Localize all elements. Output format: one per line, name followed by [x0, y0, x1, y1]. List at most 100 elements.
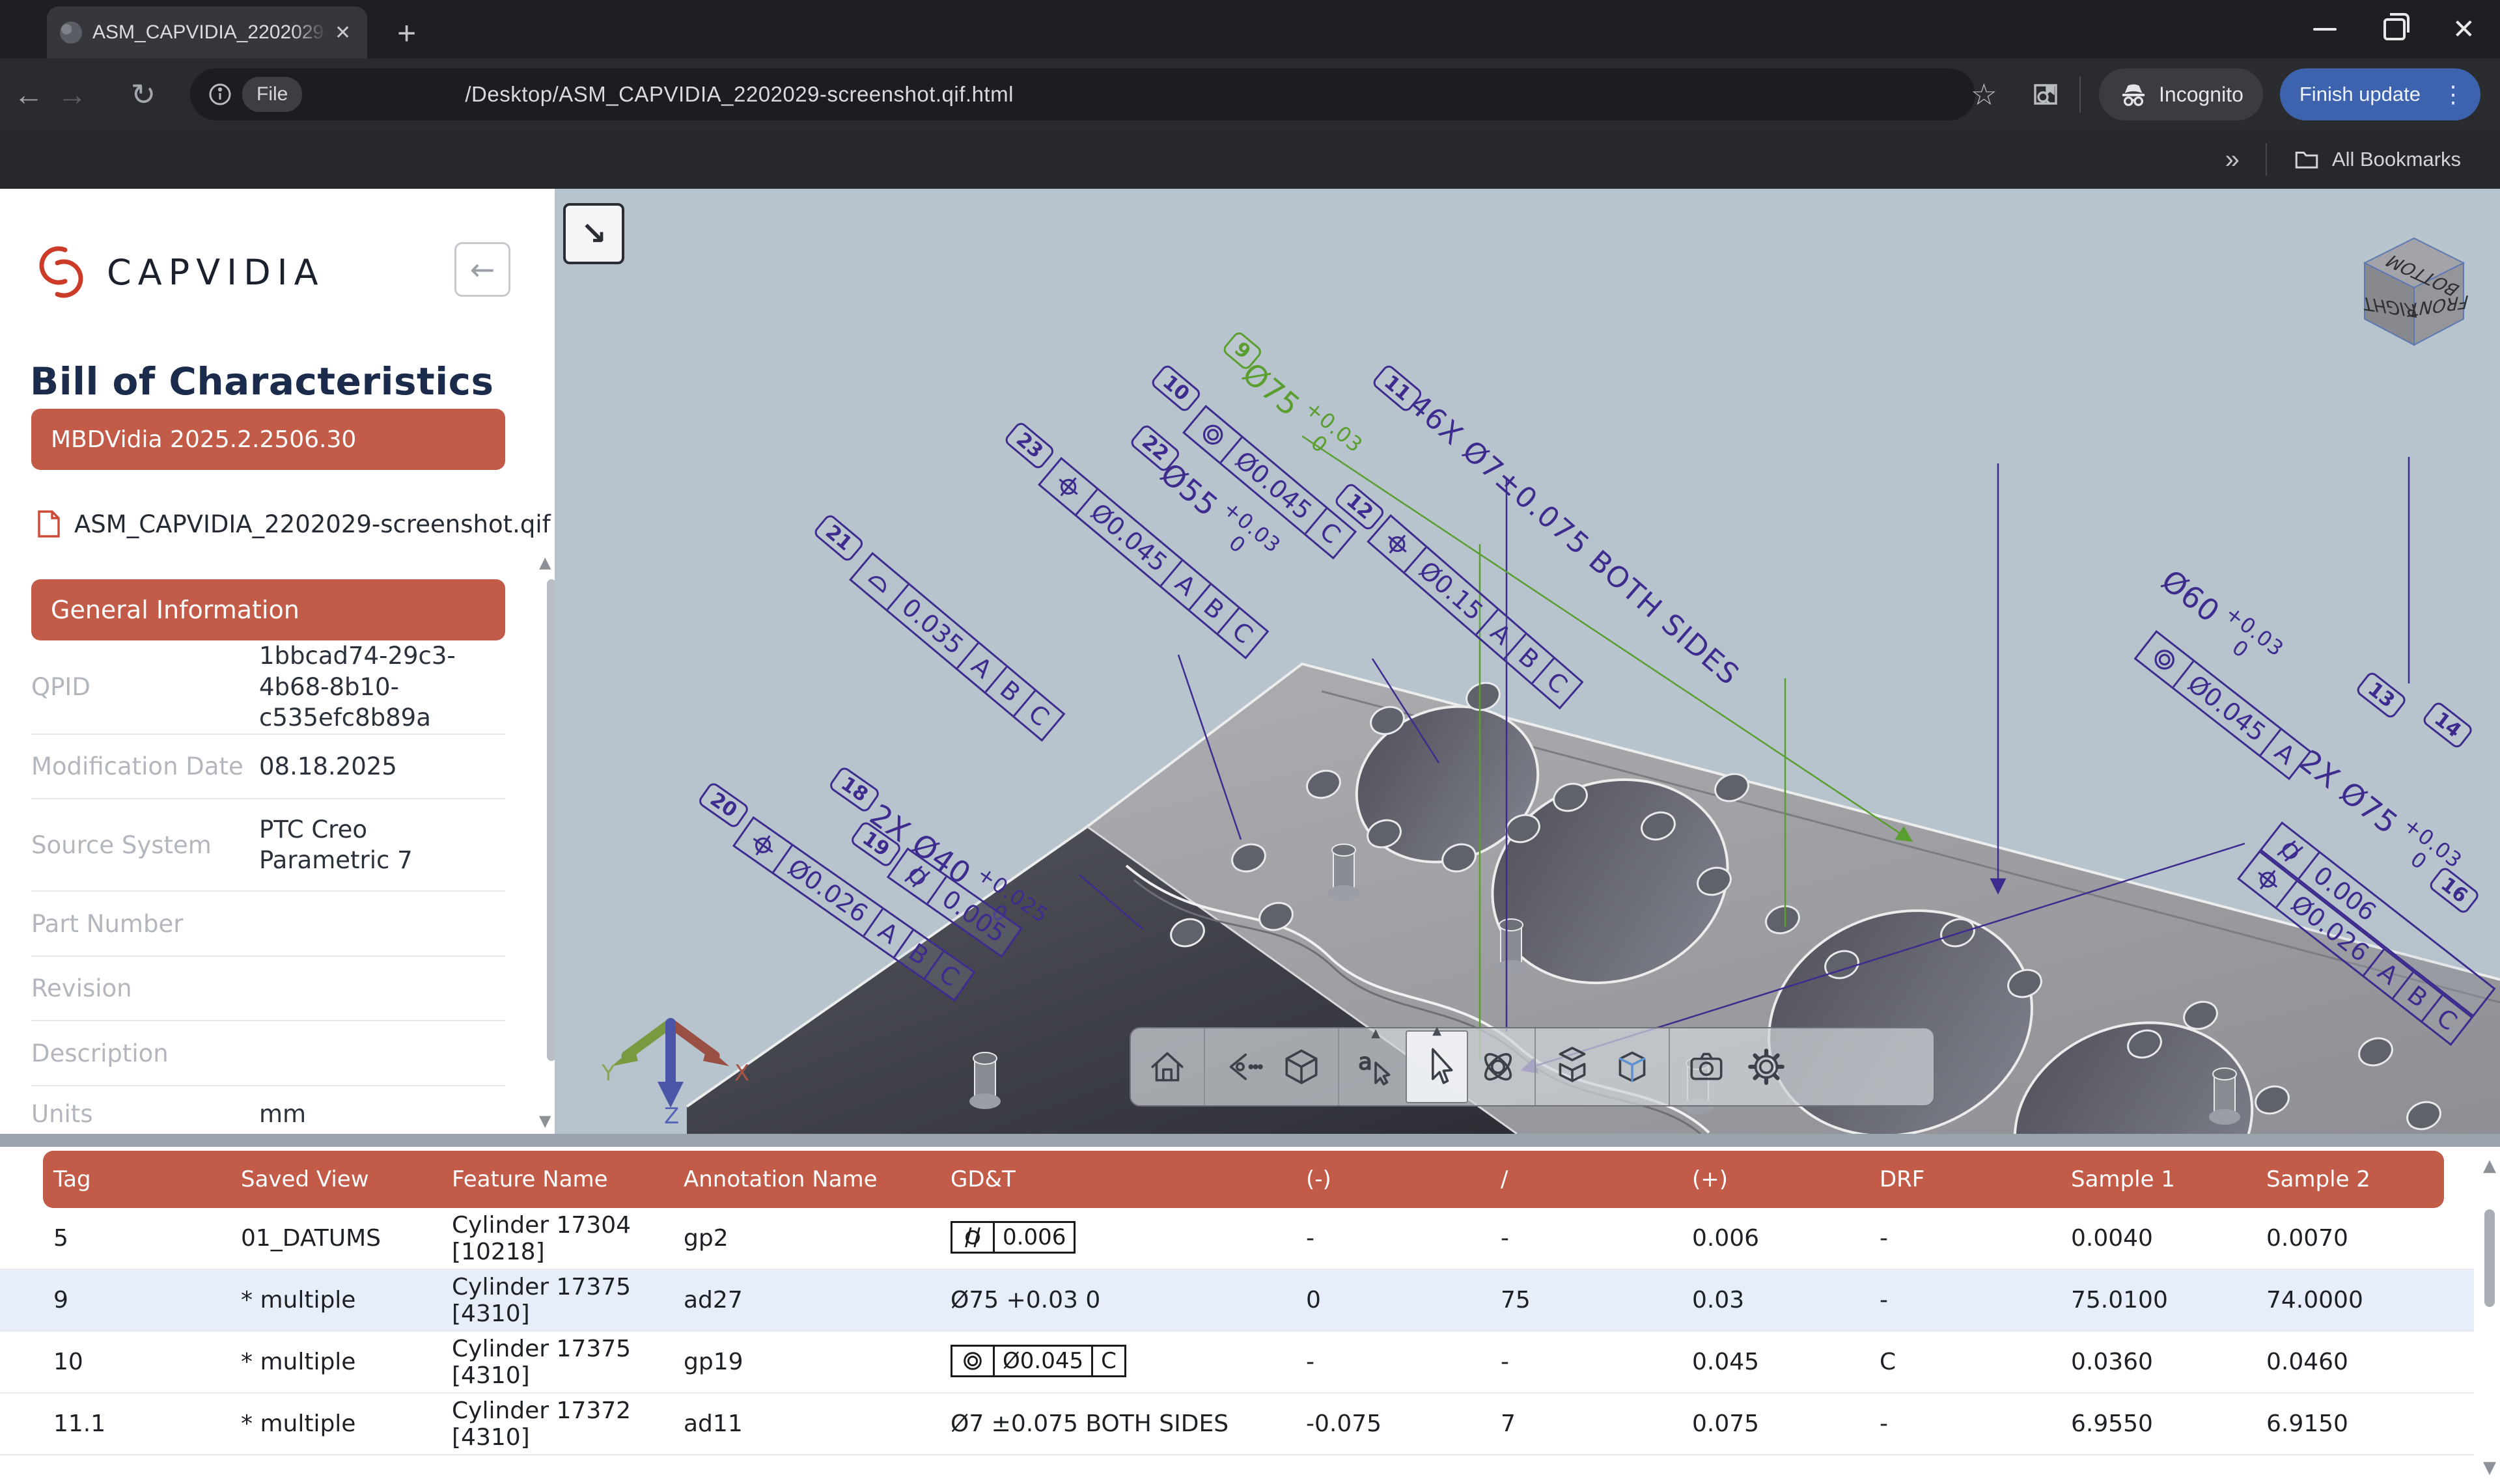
cell-sample2: 74.0000	[2266, 1287, 2474, 1313]
table-row[interactable]: 9* multipleCylinder 17375 [4310]ad27Ø75 …	[0, 1270, 2474, 1332]
axis-y-label: Y	[601, 1060, 615, 1086]
cell-drf: -	[1880, 1287, 2071, 1313]
cell-saved-view: * multiple	[241, 1410, 452, 1437]
cell-gdt: Ø0.045C	[951, 1345, 1306, 1379]
sidebar-scroll-up-icon[interactable]: ▲	[539, 553, 551, 571]
info-label: Units	[31, 1100, 259, 1128]
finish-update-button[interactable]: Finish update ⋮	[2280, 68, 2480, 120]
browser-titlebar: ASM_CAPVIDIA_2202029-scree ✕ + ✕	[0, 0, 2500, 59]
info-value: 08.18.2025	[259, 751, 493, 782]
capvidia-logo: CAPVIDIA	[31, 241, 325, 303]
axis-triad: Y X Z	[587, 996, 757, 1126]
bookmarks-overflow-icon[interactable]: »	[2225, 145, 2240, 174]
bookmark-star-icon[interactable]: ☆	[1971, 77, 1997, 112]
all-bookmarks-button[interactable]: All Bookmarks	[2293, 146, 2461, 173]
column-header[interactable]: GD&T	[951, 1166, 1306, 1192]
fcf-cell: 0.006	[993, 1223, 1074, 1252]
window-close-button[interactable]: ✕	[2452, 16, 2475, 43]
home-tool-icon[interactable]	[1137, 1034, 1197, 1099]
table-row[interactable]: 11.1* multipleCylinder 17372 [4310]ad11Ø…	[0, 1394, 2474, 1455]
tool-caret-icon: ▲	[1371, 1026, 1380, 1040]
column-header[interactable]: Saved View	[241, 1166, 452, 1192]
address-bar[interactable]: File /Desktop/ASM_CAPVIDIA_2202029-scree…	[190, 68, 1975, 120]
gdt-concentricity-icon	[960, 1349, 985, 1373]
general-info-row: Part Number	[31, 892, 505, 957]
info-label: Description	[31, 1039, 259, 1067]
page-title: Bill of Characteristics	[30, 359, 494, 404]
info-label: Source System	[31, 831, 259, 859]
cell-plus: 0.03	[1692, 1287, 1880, 1313]
table-row[interactable]: 501_DATUMSCylinder 17304 [10218]gp20.006…	[0, 1208, 2474, 1270]
viewer-toolbar: a▲▲	[1130, 1027, 1935, 1106]
general-info-row: Description	[31, 1021, 505, 1086]
tab-close-icon[interactable]: ✕	[335, 21, 351, 44]
cursor-tool-icon[interactable]: ▲	[1406, 1030, 1468, 1103]
viewer-expand-button[interactable]: ↘	[563, 203, 624, 264]
cell-minus: 0	[1306, 1287, 1501, 1313]
cell-annotation-name: gp19	[684, 1349, 951, 1375]
info-label: Part Number	[31, 910, 259, 938]
orbit-tool-icon[interactable]	[1468, 1034, 1528, 1099]
incognito-badge: Incognito	[2099, 68, 2263, 120]
settings-tool-icon[interactable]	[1736, 1034, 1796, 1099]
window-minimize-button[interactable]	[2313, 28, 2337, 31]
sidebar-collapse-button[interactable]: ←	[454, 242, 510, 297]
gdt-text: Ø7 ±0.075 BOTH SIDES	[951, 1410, 1229, 1437]
cell-tag: 9	[53, 1287, 241, 1313]
general-information-header[interactable]: General Information	[31, 579, 505, 640]
column-header[interactable]: (-)	[1306, 1166, 1501, 1192]
annotation-select-tool-icon[interactable]: a▲	[1346, 1034, 1406, 1099]
sidebar: CAPVIDIA ← Bill of Characteristics MBDVi…	[0, 189, 555, 1134]
toolbar-group	[1204, 1028, 1338, 1105]
cell-feature-name: Cylinder 17304 [10218]	[452, 1212, 684, 1265]
column-header[interactable]: Sample 1	[2071, 1166, 2266, 1192]
view-cube[interactable]: BOTTOM RIGHT FRONT	[2350, 229, 2478, 357]
explode-tool-icon[interactable]	[1542, 1034, 1602, 1099]
axis-x-label: X	[734, 1060, 749, 1086]
viewer-3d[interactable]: ↘ 9Ø75+0.03010Ø0.045C1146X Ø7±0.075 BOTH…	[555, 189, 2500, 1134]
column-header[interactable]: Tag	[53, 1166, 241, 1192]
cell-tag: 5	[53, 1225, 241, 1252]
column-header[interactable]: (+)	[1692, 1166, 1880, 1192]
table-scroll-down-icon[interactable]: ▼	[2483, 1458, 2496, 1477]
file-icon	[36, 509, 61, 539]
camera-tool-icon[interactable]	[1676, 1034, 1736, 1099]
forward-button[interactable]: →	[57, 77, 115, 112]
cube-tool-icon[interactable]	[1271, 1034, 1331, 1099]
general-info-row: QPID1bbcad74-29c3-4b68-8b10-c535efc8b89a	[31, 640, 505, 735]
table-scrollbar[interactable]	[2484, 1209, 2495, 1307]
column-header[interactable]: Annotation Name	[684, 1166, 951, 1192]
table-header-row: TagSaved ViewFeature NameAnnotation Name…	[43, 1151, 2444, 1208]
cell-slash: 75	[1501, 1287, 1692, 1313]
column-header[interactable]: /	[1501, 1166, 1692, 1192]
browser-menu-icon[interactable]: ⋮	[2435, 81, 2471, 108]
cell-annotation-name: gp2	[684, 1225, 951, 1252]
back-button[interactable]: ←	[0, 77, 57, 112]
eye-hidden-tool-icon[interactable]	[1212, 1034, 1271, 1099]
browser-tab[interactable]: ASM_CAPVIDIA_2202029-scree ✕	[47, 7, 367, 59]
version-badge: MBDVidia 2025.2.2506.30	[31, 409, 505, 470]
column-header[interactable]: DRF	[1880, 1166, 2071, 1192]
window-restore-button[interactable]	[2383, 18, 2406, 40]
general-information-table: QPID1bbcad74-29c3-4b68-8b10-c535efc8b89a…	[31, 640, 505, 1134]
file-scheme-chip[interactable]: File	[242, 77, 302, 112]
cell-sample2: 0.0460	[2266, 1349, 2474, 1375]
general-info-row: Unitsmm	[31, 1086, 505, 1134]
reading-list-icon[interactable]	[2030, 79, 2061, 110]
info-icon[interactable]	[207, 81, 233, 107]
table-scroll-up-icon[interactable]: ▲	[2483, 1156, 2496, 1175]
finish-update-label: Finish update	[2299, 83, 2421, 106]
cell-sample2: 0.0070	[2266, 1225, 2474, 1252]
section-tool-icon[interactable]	[1602, 1034, 1662, 1099]
left-arrow-icon: ←	[470, 252, 495, 287]
new-tab-button[interactable]: +	[397, 14, 416, 52]
column-header[interactable]: Feature Name	[452, 1166, 684, 1192]
cell-slash: -	[1501, 1225, 1692, 1252]
url-text[interactable]: /Desktop/ASM_CAPVIDIA_2202029-screenshot…	[465, 82, 1014, 107]
table-row[interactable]: 10* multipleCylinder 17375 [4310]gp19Ø0.…	[0, 1332, 2474, 1394]
reload-button[interactable]: ↻	[115, 77, 172, 112]
column-header[interactable]: Sample 2	[2266, 1166, 2444, 1192]
qif-file-item[interactable]: ASM_CAPVIDIA_2202029-screenshot.qif	[36, 509, 551, 539]
sidebar-scroll-down-icon[interactable]: ▼	[539, 1112, 551, 1130]
cell-sample1: 0.0360	[2071, 1349, 2266, 1375]
